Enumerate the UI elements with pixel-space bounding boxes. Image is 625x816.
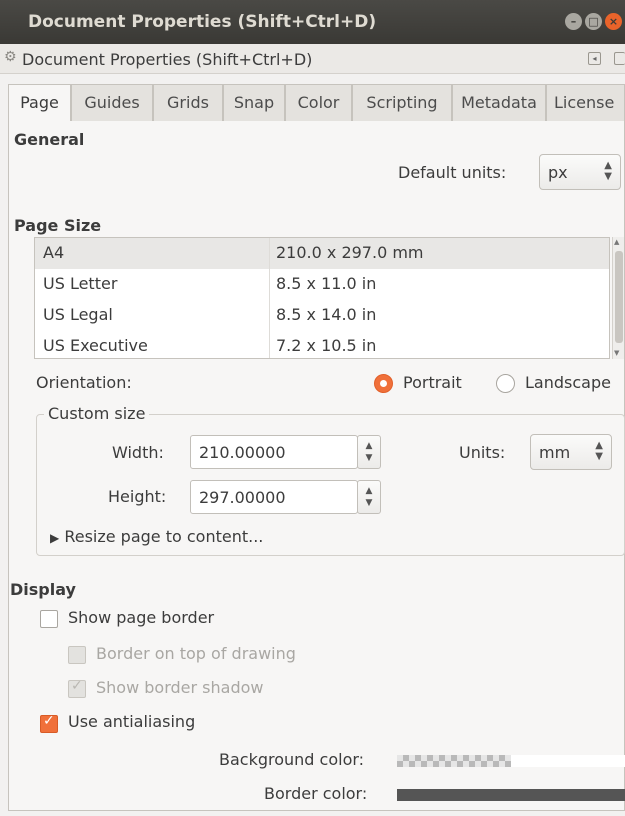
page-size-dimensions: 8.5 x 11.0 in	[276, 274, 377, 293]
orientation-label: Orientation:	[36, 373, 132, 392]
dock-close-button[interactable]	[614, 52, 625, 65]
background-color-label: Background color:	[219, 750, 365, 769]
resize-page-label: Resize page to content...	[64, 527, 264, 546]
tab-license[interactable]: License	[546, 84, 625, 122]
minimize-button[interactable]: –	[565, 13, 582, 30]
page-size-scrollbar[interactable]: ▲ ▼	[612, 237, 624, 359]
page-size-name: US Executive	[43, 336, 148, 355]
page-size-name: US Legal	[43, 305, 113, 324]
maximize-button[interactable]: □	[585, 13, 602, 30]
height-field[interactable]	[190, 480, 358, 514]
width-input[interactable]	[191, 436, 357, 468]
minimize-icon: –	[570, 15, 577, 28]
border-color-label: Border color:	[264, 784, 368, 803]
page-size-name: US Letter	[43, 274, 118, 293]
height-spinner[interactable]: ▲ ▼	[357, 480, 381, 514]
tab-color[interactable]: Color	[285, 84, 352, 122]
column-divider	[269, 331, 270, 358]
width-field[interactable]	[190, 435, 358, 469]
updown-icon: ▲ ▼	[595, 440, 603, 462]
page-size-dimensions: 7.2 x 10.5 in	[276, 336, 377, 355]
portrait-radio[interactable]	[374, 374, 393, 393]
use-antialiasing-label: Use antialiasing	[68, 712, 196, 731]
border-color-button[interactable]	[397, 789, 625, 801]
show-page-border-label: Show page border	[68, 608, 215, 627]
dock-iconify-button[interactable]: ◂	[588, 52, 601, 65]
page-size-row-us-executive[interactable]: US Executive 7.2 x 10.5 in	[35, 331, 609, 358]
use-antialiasing-checkbox[interactable]: ✓	[40, 713, 58, 733]
tab-label: Scripting	[366, 93, 438, 112]
dock-header: ⚙ Document Properties (Shift+Ctrl+D) ◂	[0, 44, 625, 74]
units-label: Units:	[459, 443, 506, 462]
tab-guides[interactable]: Guides	[71, 84, 153, 122]
custom-size-legend: Custom size	[44, 404, 150, 423]
default-units-value: px	[548, 163, 568, 182]
tab-label: License	[554, 93, 615, 112]
tab-label: Metadata	[461, 93, 537, 112]
window-title: Document Properties (Shift+Ctrl+D)	[28, 12, 377, 32]
units-select[interactable]: mm ▲ ▼	[530, 434, 612, 470]
height-label: Height:	[108, 487, 167, 506]
close-button[interactable]: ×	[605, 13, 622, 30]
checkmark-icon: ✓	[71, 678, 83, 694]
tab-page[interactable]: Page	[8, 84, 71, 123]
dock-title: Document Properties (Shift+Ctrl+D)	[22, 50, 313, 69]
close-icon: ×	[608, 15, 619, 28]
width-label: Width:	[112, 443, 164, 462]
expander-arrow-icon: ▶	[50, 531, 60, 545]
checkmark-icon: ✓	[43, 713, 55, 729]
column-divider	[269, 238, 270, 269]
tab-snap[interactable]: Snap	[223, 84, 285, 122]
page-size-list[interactable]: A4 210.0 x 297.0 mm US Letter 8.5 x 11.0…	[34, 237, 610, 359]
tab-metadata[interactable]: Metadata	[452, 84, 546, 122]
maximize-icon: □	[588, 15, 599, 28]
border-on-top-label: Border on top of drawing	[96, 644, 296, 663]
window-titlebar: Document Properties (Shift+Ctrl+D) – □ ×	[0, 0, 625, 44]
landscape-label: Landscape	[525, 373, 611, 392]
scroll-up-icon: ▲	[614, 238, 620, 246]
display-heading: Display	[10, 580, 76, 599]
updown-icon: ▲ ▼	[604, 160, 612, 182]
show-page-border-checkbox[interactable]	[40, 610, 58, 628]
width-spinner[interactable]: ▲ ▼	[357, 435, 381, 469]
units-value: mm	[539, 443, 571, 462]
tab-label: Guides	[84, 93, 140, 112]
tab-bar: Page Guides Grids Snap Color Scripting M…	[8, 84, 625, 123]
column-divider	[269, 300, 270, 331]
show-border-shadow-label: Show border shadow	[96, 678, 264, 697]
page-size-heading: Page Size	[14, 216, 102, 235]
scrollbar-thumb[interactable]	[615, 251, 623, 343]
default-units-label: Default units:	[398, 163, 507, 182]
border-on-top-checkbox[interactable]	[68, 646, 86, 664]
page-size-dimensions: 210.0 x 297.0 mm	[276, 243, 424, 262]
tab-label: Snap	[233, 93, 275, 112]
resize-page-expander[interactable]: ▶ Resize page to content...	[50, 527, 263, 546]
tab-scripting[interactable]: Scripting	[352, 84, 452, 122]
landscape-radio[interactable]	[496, 374, 515, 393]
general-heading: General	[14, 130, 85, 149]
scroll-down-icon: ▼	[614, 349, 620, 357]
gear-icon: ⚙	[4, 49, 17, 65]
page-size-dimensions: 8.5 x 14.0 in	[276, 305, 377, 324]
height-input[interactable]	[191, 481, 357, 513]
page-size-row-a4[interactable]: A4 210.0 x 297.0 mm	[35, 238, 609, 269]
column-divider	[269, 269, 270, 300]
background-color-button[interactable]	[397, 755, 625, 767]
tab-label: Grids	[167, 93, 209, 112]
tab-label: Color	[297, 93, 340, 112]
portrait-label: Portrait	[403, 373, 462, 392]
default-units-select[interactable]: px ▲ ▼	[539, 154, 621, 190]
tab-grids[interactable]: Grids	[153, 84, 223, 122]
page-size-row-us-letter[interactable]: US Letter 8.5 x 11.0 in	[35, 269, 609, 300]
page-size-name: A4	[43, 243, 65, 262]
tab-label: Page	[20, 93, 59, 112]
page-size-row-us-legal[interactable]: US Legal 8.5 x 14.0 in	[35, 300, 609, 331]
show-border-shadow-checkbox[interactable]: ✓	[68, 678, 86, 698]
